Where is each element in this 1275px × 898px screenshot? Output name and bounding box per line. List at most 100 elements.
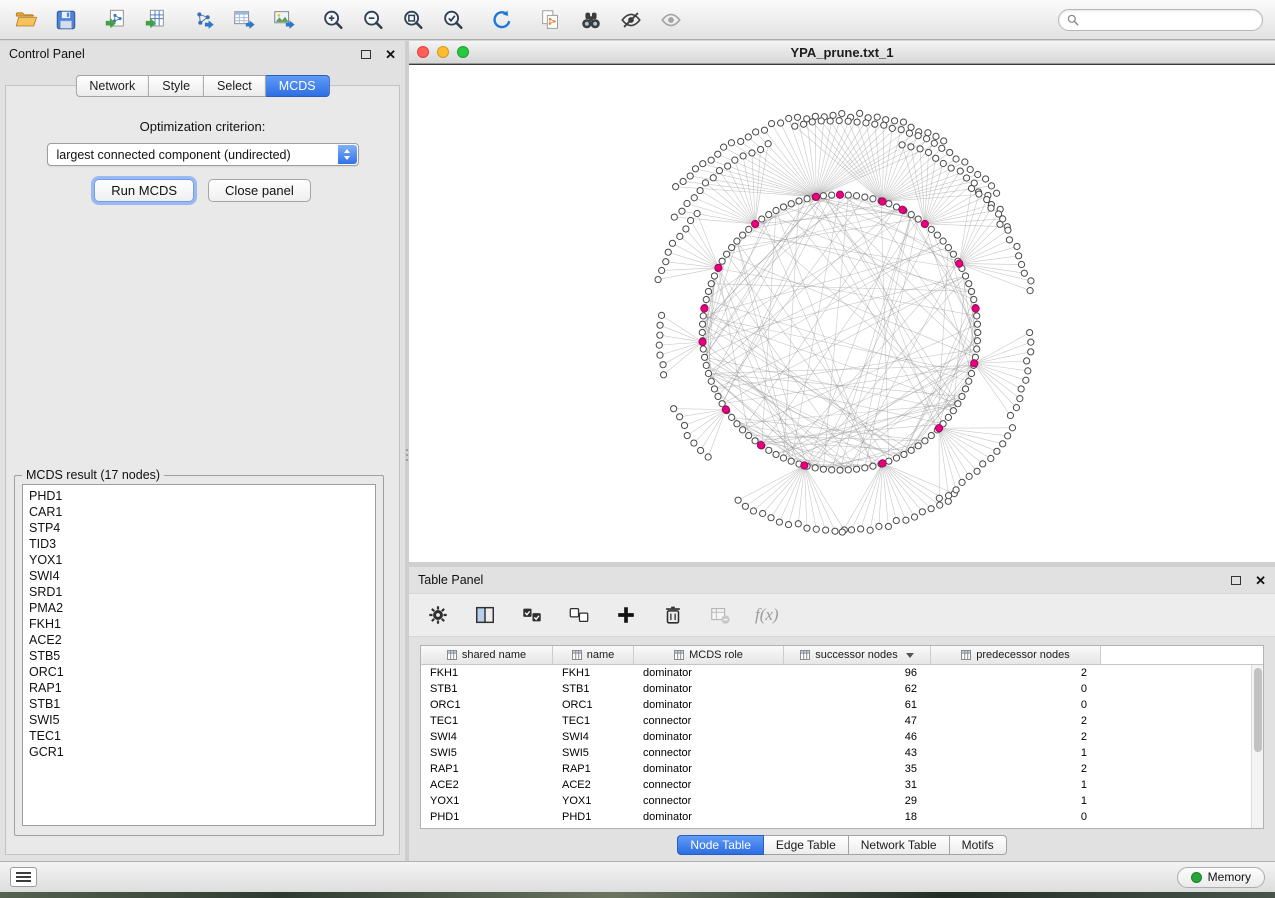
- mcds-result-item[interactable]: STB1: [23, 696, 375, 712]
- save-session-icon[interactable]: [52, 6, 79, 33]
- table-row[interactable]: FKH1FKH1dominator962: [421, 665, 1251, 681]
- add-row-icon[interactable]: [614, 603, 638, 627]
- mcds-result-item[interactable]: TEC1: [23, 728, 375, 744]
- zoom-fit-icon[interactable]: [399, 6, 426, 33]
- mcds-result-item[interactable]: GCR1: [23, 744, 375, 760]
- network-window-titlebar[interactable]: YPA_prune.txt_1: [409, 41, 1275, 64]
- mcds-result-item[interactable]: PHD1: [23, 488, 375, 504]
- close-panel-button[interactable]: Close panel: [208, 179, 311, 202]
- tab-edge-table[interactable]: Edge Table: [764, 835, 849, 855]
- search-box[interactable]: [1058, 9, 1263, 31]
- status-menu-icon[interactable]: [10, 867, 37, 887]
- export-image-icon[interactable]: [270, 6, 297, 33]
- tab-node-table[interactable]: Node Table: [677, 835, 764, 855]
- memory-status-dot: [1191, 872, 1202, 883]
- unselect-all-rows-icon[interactable]: [567, 603, 591, 627]
- table-row[interactable]: STB1STB1dominator620: [421, 681, 1251, 697]
- search-input[interactable]: [1084, 13, 1254, 27]
- table-row[interactable]: SWI5SWI5connector431: [421, 745, 1251, 761]
- optimization-criterion-select[interactable]: largest connected component (undirected): [47, 143, 359, 166]
- column-header-shared-name[interactable]: shared name: [421, 646, 553, 665]
- refresh-layout-icon[interactable]: [488, 6, 515, 33]
- search-network-icon[interactable]: [577, 6, 604, 33]
- column-header-mcds-role[interactable]: MCDS role: [634, 646, 784, 665]
- copy-network-icon[interactable]: [537, 6, 564, 33]
- column-type-icon: [447, 650, 457, 660]
- mcds-result-item[interactable]: FKH1: [23, 616, 375, 632]
- mcds-result-item[interactable]: STB5: [23, 648, 375, 664]
- zoom-selected-icon[interactable]: [439, 6, 466, 33]
- hide-selected-icon[interactable]: [617, 6, 644, 33]
- mcds-result-item[interactable]: ACE2: [23, 632, 375, 648]
- node-table-header: shared namenameMCDS rolesuccessor nodesp…: [421, 646, 1263, 665]
- mcds-result-item[interactable]: SWI4: [23, 568, 375, 584]
- table-row[interactable]: SWI4SWI4dominator462: [421, 729, 1251, 745]
- application-window: Control Panel ✕ NetworkStyleSelectMCDS O…: [0, 0, 1275, 898]
- table-scrollbar[interactable]: [1251, 665, 1263, 828]
- show-all-icon[interactable]: [657, 6, 684, 33]
- tab-network-table[interactable]: Network Table: [849, 835, 950, 855]
- export-table-icon[interactable]: [230, 6, 257, 33]
- import-table-from-file-icon[interactable]: [141, 6, 168, 33]
- table-row[interactable]: ACE2ACE2connector311: [421, 777, 1251, 793]
- close-panel-icon[interactable]: ✕: [385, 48, 396, 61]
- node-table-body: FKH1FKH1dominator962STB1STB1dominator620…: [421, 665, 1251, 828]
- run-mcds-button[interactable]: Run MCDS: [94, 179, 194, 202]
- mcds-result-item[interactable]: RAP1: [23, 680, 375, 696]
- open-file-icon[interactable]: [12, 6, 39, 33]
- mcds-result-item[interactable]: YOX1: [23, 552, 375, 568]
- control-panel: Control Panel ✕ NetworkStyleSelectMCDS O…: [0, 41, 405, 861]
- tab-motifs[interactable]: Motifs: [950, 835, 1007, 855]
- node-table: shared namenameMCDS rolesuccessor nodesp…: [420, 645, 1264, 829]
- window-traffic-lights: [417, 46, 469, 58]
- float-panel-icon[interactable]: [361, 50, 371, 59]
- mcds-result-item[interactable]: TID3: [23, 536, 375, 552]
- table-row[interactable]: RAP1RAP1dominator352: [421, 761, 1251, 777]
- mcds-result-item[interactable]: SRD1: [23, 584, 375, 600]
- tab-style[interactable]: Style: [149, 75, 204, 97]
- table-row[interactable]: TEC1TEC1connector472: [421, 713, 1251, 729]
- tab-select[interactable]: Select: [204, 75, 266, 97]
- window-close-button[interactable]: [417, 46, 429, 58]
- import-network-from-file-icon[interactable]: [101, 6, 128, 33]
- mcds-result-item[interactable]: SWI5: [23, 712, 375, 728]
- mcds-result-list[interactable]: PHD1CAR1STP4TID3YOX1SWI4SRD1PMA2FKH1ACE2…: [22, 484, 376, 826]
- column-header-successor-nodes[interactable]: successor nodes: [784, 646, 931, 665]
- mcds-result-item[interactable]: STP4: [23, 520, 375, 536]
- export-network-icon[interactable]: [190, 6, 217, 33]
- tab-mcds[interactable]: MCDS: [266, 75, 330, 97]
- mcds-result-item[interactable]: ORC1: [23, 664, 375, 680]
- zoom-in-icon[interactable]: [319, 6, 346, 33]
- function-builder-icon[interactable]: f(x): [755, 605, 779, 625]
- column-type-icon: [800, 650, 810, 660]
- delete-table-icon: [708, 603, 732, 627]
- workspace: Control Panel ✕ NetworkStyleSelectMCDS O…: [0, 41, 1275, 861]
- table-row[interactable]: ORC1ORC1dominator610: [421, 697, 1251, 713]
- mcds-result-item[interactable]: PMA2: [23, 600, 375, 616]
- mcds-result-item[interactable]: CAR1: [23, 504, 375, 520]
- column-header-name[interactable]: name: [553, 646, 634, 665]
- show-columns-icon[interactable]: [473, 603, 497, 627]
- network-canvas[interactable]: [409, 64, 1275, 562]
- column-type-icon: [961, 650, 971, 660]
- settings-gear-icon[interactable]: [426, 603, 450, 627]
- column-sort-menu-icon[interactable]: [906, 653, 914, 658]
- delete-row-icon[interactable]: [661, 603, 685, 627]
- table-row[interactable]: YOX1YOX1connector291: [421, 793, 1251, 809]
- column-header-predecessor-nodes[interactable]: predecessor nodes: [931, 646, 1101, 665]
- select-all-rows-icon[interactable]: [520, 603, 544, 627]
- scrollbar-thumb[interactable]: [1254, 668, 1262, 752]
- table-row[interactable]: PHD1PHD1dominator180: [421, 809, 1251, 825]
- close-table-panel-icon[interactable]: ✕: [1255, 574, 1266, 587]
- zoom-out-icon[interactable]: [359, 6, 386, 33]
- table-toolbar: f(x): [409, 593, 1275, 637]
- mcds-buttons-row: Run MCDS Close panel: [6, 179, 399, 202]
- window-minimize-button[interactable]: [437, 46, 449, 58]
- network-title: YPA_prune.txt_1: [409, 45, 1275, 60]
- memory-button[interactable]: Memory: [1177, 867, 1265, 888]
- tab-network[interactable]: Network: [75, 75, 149, 97]
- table-bottom-tabs: Node TableEdge TableNetwork TableMotifs: [409, 835, 1275, 855]
- float-table-panel-icon[interactable]: [1231, 576, 1241, 585]
- window-zoom-button[interactable]: [457, 46, 469, 58]
- desktop-wallpaper-strip: [0, 892, 1275, 898]
